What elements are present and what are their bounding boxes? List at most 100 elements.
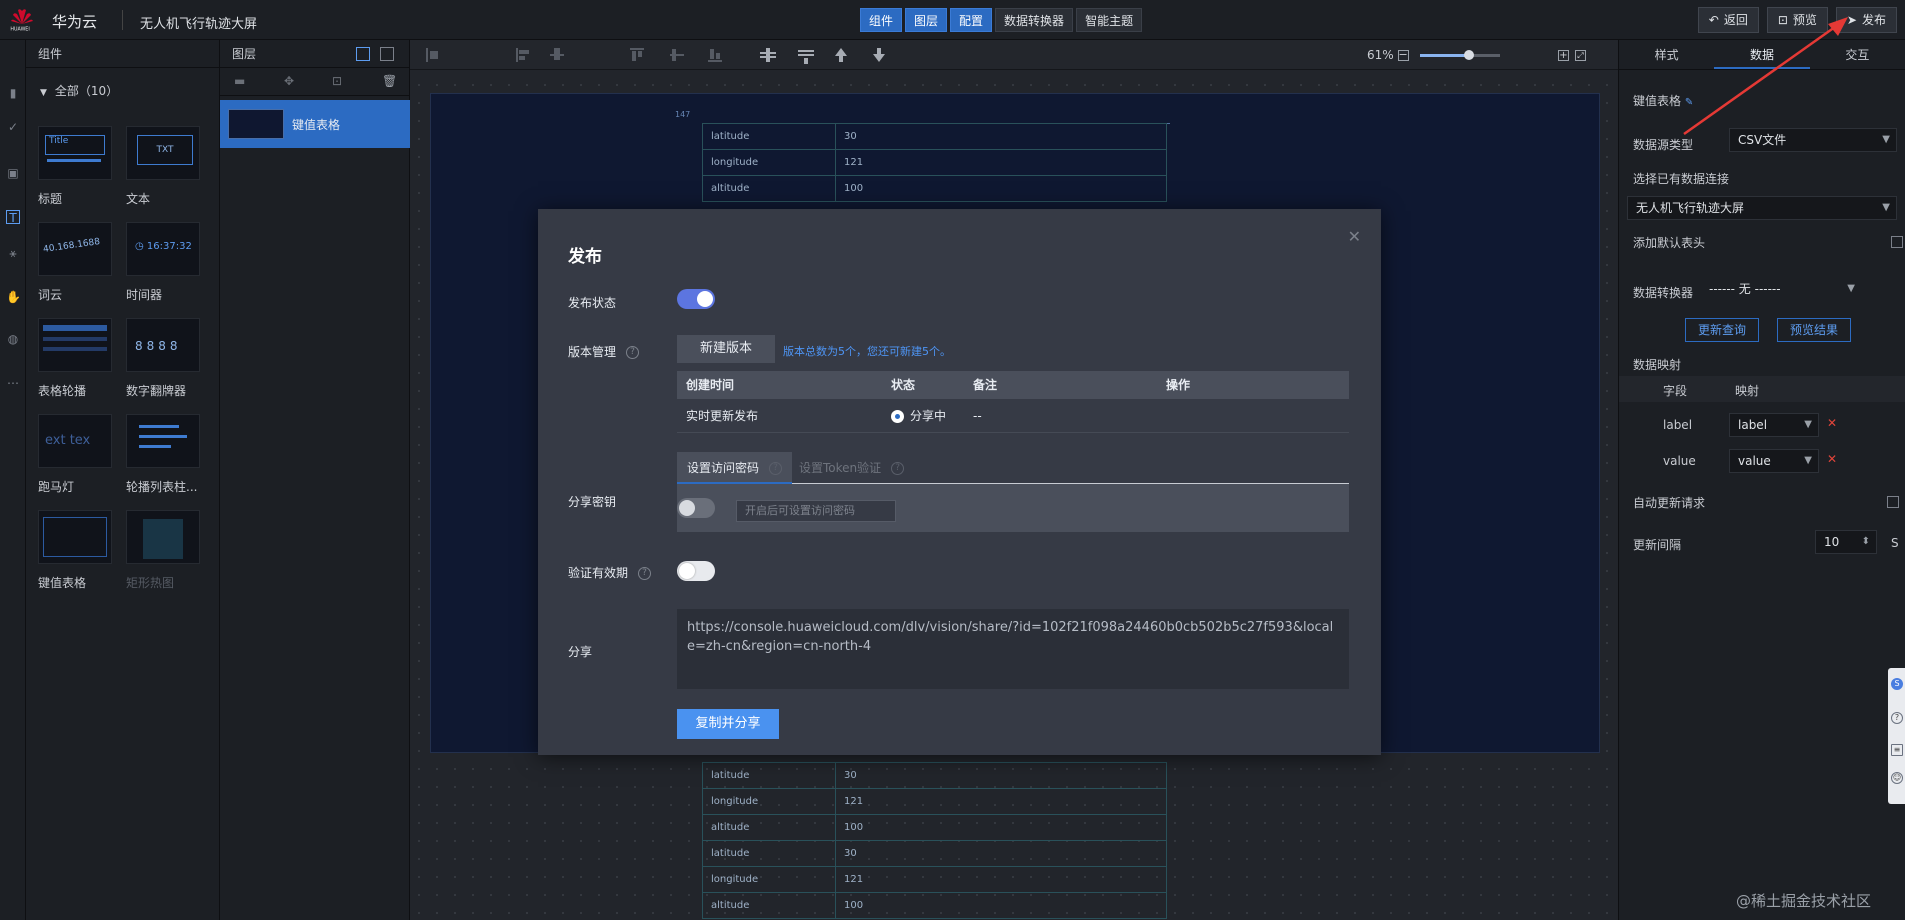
smile-icon[interactable]: ☺ [1891,772,1903,784]
move-icon[interactable]: ✥ [284,74,294,88]
fit-screen-icon[interactable]: ⤢ [1575,50,1586,61]
mapping-select[interactable]: label ▼ [1729,413,1819,437]
thumb-text: 8888 [135,339,182,353]
password-toggle[interactable] [677,498,715,518]
new-version-button[interactable]: 新建版本 [677,335,775,363]
text-icon[interactable]: T [6,210,20,225]
layer-item[interactable]: 键值表格 [220,100,410,148]
component-text[interactable]: TXT 文本 [126,126,206,207]
password-input[interactable]: 开启后可设置访问密码 [736,500,896,522]
table-row: altitude 100 [702,814,1167,841]
line-chart-icon[interactable]: ✓ [6,120,20,134]
col-operation: 操作 [1166,378,1191,392]
component-label: 表格轮播 [38,384,87,398]
default-header-checkbox[interactable] [1891,236,1903,248]
mapping-value: value [1738,454,1771,468]
help-icon[interactable]: ? [626,346,640,359]
component-timer[interactable]: ◷ 16:37:32 时间器 [126,222,206,303]
delete-icon[interactable]: ✕ [1827,416,1837,430]
copy-share-button[interactable]: 复制并分享 [677,709,779,739]
component-table-carousel[interactable]: 表格轮播 [38,318,118,399]
zoom-in-icon[interactable]: + [1558,50,1569,61]
mapping-select[interactable]: value ▼ [1729,449,1819,473]
tab-layers[interactable]: 图层 [905,8,948,32]
left-icon-rail: ▮ ✓ ▣ T ⚹ ✋ ◍ ⋯ [0,40,26,920]
grid-view-icon[interactable] [356,47,370,61]
tab-smart-theme[interactable]: 智能主题 [1076,8,1143,32]
tab-data-converter[interactable]: 数据转换器 [995,8,1074,32]
mapping-row: label label ▼ ✕ [1619,410,1905,440]
component-title[interactable]: Title 标题 [38,126,118,207]
component-carousel-bar[interactable]: 轮播列表柱... [126,414,206,495]
stepper-icon[interactable]: ⬍ [1862,531,1870,553]
validity-toggle[interactable] [677,561,715,581]
help-icon[interactable]: ? [638,567,652,580]
component-label: 词云 [38,288,63,302]
version-table-header: 创建时间 状态 备注 操作 [677,371,1349,399]
help-icon[interactable]: ? [1891,712,1903,724]
top-tab-group: 组件 图层 配置 数据转换器 智能主题 [860,8,1143,32]
zoom-slider-knob[interactable] [1463,50,1474,60]
chevron-down-icon: ▼ [1882,134,1890,145]
interval-input[interactable]: 10 ⬍ [1815,530,1877,554]
preview-result-button[interactable]: 预览结果 [1777,318,1851,342]
tab-set-password[interactable]: 设置访问密码? [677,452,793,484]
components-all-group[interactable]: ▼ 全部（10） [40,82,118,99]
data-config-panel: 样式 数据 交互 键值表格 ✎ 数据源类型 CSV文件 ▼ 选择已有数据连接 无人… [1618,40,1905,920]
row-status[interactable]: 分享中 [891,399,946,433]
zoom-value: 61% − [1367,48,1409,62]
folder-icon[interactable]: ▬ [234,74,245,88]
ruler-mark: 147 [675,110,691,119]
lock-icon[interactable]: ⊡ [332,74,342,88]
assistant-icon[interactable]: S [1891,678,1903,690]
help-icon[interactable]: ? [891,462,905,475]
layer-thumb [228,109,284,139]
publish-status-label: 发布状态 [568,296,617,310]
component-digital-flipper[interactable]: 8888 数字翻牌器 [126,318,206,399]
interval-value: 10 [1824,535,1840,549]
tab-set-token[interactable]: 设置Token验证? [789,452,914,484]
component-thumb [38,510,112,564]
more-icon[interactable]: ⋯ [6,376,20,390]
component-rect-heatmap[interactable]: 矩形热图 [126,510,206,591]
source-type-label: 数据源类型 [1633,138,1694,152]
tab-components[interactable]: 组件 [860,8,903,32]
tab-config[interactable]: 配置 [950,8,993,32]
help-icon[interactable]: ? [769,462,783,475]
zoom-out-icon[interactable]: − [1397,49,1409,61]
align-tools-icon[interactable] [410,40,1110,70]
close-icon[interactable]: ✕ [1348,227,1361,246]
component-marquee[interactable]: ext tex 跑马灯 [38,414,118,495]
share-url-field[interactable]: https://console.huaweicloud.com/dlv/visi… [677,609,1349,689]
converter-select[interactable]: ------ 无 ------ ▼ [1701,278,1861,302]
validity-label-text: 验证有效期 [568,566,629,580]
converter-label: 数据转换器 [1633,286,1694,300]
component-kv-table[interactable]: 键值表格 [38,510,118,591]
media-icon[interactable]: ▣ [6,166,20,180]
row-time: 实时更新发布 [686,409,759,423]
publish-status-toggle[interactable] [677,289,715,309]
thumb-text: ext tex [45,433,91,448]
update-query-button[interactable]: 更新查询 [1685,318,1759,342]
auto-update-checkbox[interactable] [1887,496,1899,508]
delete-icon[interactable]: ✕ [1827,452,1837,466]
thumb-bar [139,445,171,448]
mapping-col-field: 字段 [1663,384,1688,398]
relation-icon[interactable]: ⚹ [6,246,20,260]
table-row: latitude 30 [702,123,1167,150]
table-row: altitude 100 [702,892,1167,919]
trash-icon[interactable]: 🗑 [382,74,397,88]
component-word-cloud[interactable]: 40.168.1688 词云 [38,222,118,303]
map-icon[interactable]: ◍ [6,332,20,346]
feedback-icon[interactable]: ≡ [1891,744,1903,756]
auto-update-label: 自动更新请求 [1633,496,1706,510]
list-view-icon[interactable] [380,47,394,61]
table-row: latitude 30 [702,762,1167,789]
zoom-slider[interactable] [1420,50,1500,60]
bar-chart-icon[interactable]: ▮ [6,86,20,100]
interaction-icon[interactable]: ✋ [6,290,21,304]
thumb-text: TXT [137,135,193,165]
existing-conn-select[interactable]: 无人机飞行轨迹大屏 ▼ [1627,196,1897,220]
kv-key: latitude [702,123,836,150]
radio-selected-icon[interactable] [891,410,904,423]
